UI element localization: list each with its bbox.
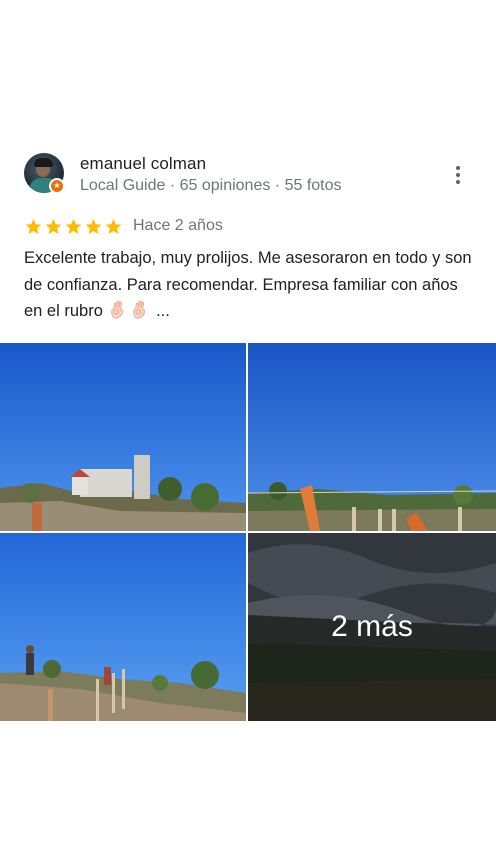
review-time: Hace 2 años <box>133 217 223 234</box>
more-options-icon[interactable] <box>448 164 468 186</box>
review-card: ★ emanuel colman Local Guide · 65 opinio… <box>0 150 496 721</box>
star-icon <box>25 218 42 234</box>
ok-hand-emoji <box>111 300 124 319</box>
reviewer-name[interactable]: emanuel colman <box>80 154 206 174</box>
more-photos-tile[interactable]: 2 más <box>248 533 496 721</box>
reviewer-meta: Local Guide · 65 opiniones · 55 fotos <box>80 177 342 194</box>
star-icon <box>85 218 102 234</box>
review-photo-3[interactable] <box>0 533 246 721</box>
review-header: ★ emanuel colman Local Guide · 65 opinio… <box>0 150 496 198</box>
review-photo-1[interactable] <box>0 343 246 531</box>
review-photo-2[interactable] <box>248 343 496 531</box>
star-icon <box>65 218 82 234</box>
review-rating: Hace 2 años <box>24 214 223 238</box>
review-photos: 2 más <box>0 343 496 721</box>
review-body: Excelente trabajo, muy prolijos. Me ases… <box>24 249 472 320</box>
read-more-ellipsis[interactable]: ... <box>156 302 170 320</box>
star-rating <box>24 217 123 236</box>
star-icon <box>105 218 122 234</box>
review-text: Excelente trabajo, muy prolijos. Me ases… <box>24 245 476 325</box>
more-photos-label: 2 más <box>331 610 413 643</box>
ok-hand-emoji <box>133 300 146 319</box>
star-icon <box>45 218 62 234</box>
local-guide-star-icon: ★ <box>49 178 65 194</box>
